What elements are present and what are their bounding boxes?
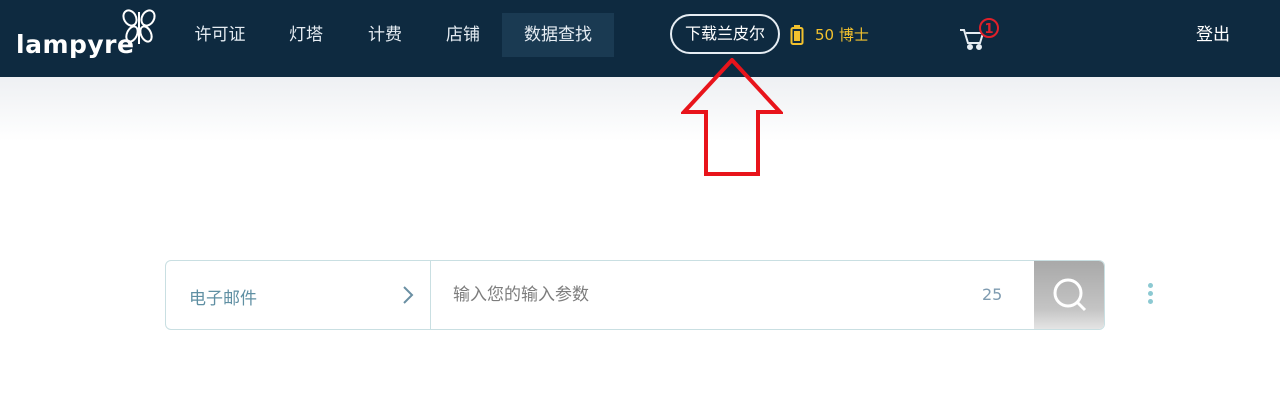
credits-label: 50 博士	[815, 26, 869, 44]
cart-icon: 1	[960, 18, 999, 50]
brand-logo[interactable]: lampyre	[14, 8, 164, 70]
search-input[interactable]	[431, 261, 1021, 329]
firefly-logo-icon	[122, 9, 156, 44]
cart-badge: 1	[984, 22, 993, 37]
search-button[interactable]	[1034, 261, 1104, 329]
data-search-bar: 电子邮件 25	[165, 260, 1105, 330]
nav-item-store[interactable]: 店铺	[431, 13, 495, 57]
cart-button[interactable]: 1	[958, 18, 1008, 52]
brand-name: lampyre	[16, 30, 135, 59]
logout-link[interactable]: 登出	[1196, 22, 1230, 48]
search-icon	[1053, 278, 1087, 312]
search-type-select[interactable]: 电子邮件	[166, 261, 431, 329]
battery-icon	[790, 25, 804, 45]
red-up-arrow-icon	[681, 58, 783, 176]
search-type-label: 电子邮件	[189, 289, 257, 309]
search-counter: 25	[982, 285, 1003, 304]
nav-item-lighthouse[interactable]: 灯塔	[274, 13, 338, 57]
nav-item-billing[interactable]: 计费	[353, 13, 417, 57]
nav-item-data-search[interactable]: 数据查找	[502, 13, 614, 57]
top-navbar: lampyre 许可证 灯塔 计费 店铺 数据查找 下载兰皮尔 50 博士 1 …	[0, 0, 1280, 77]
chevron-right-icon	[403, 286, 414, 304]
kebab-menu-icon[interactable]	[1140, 280, 1160, 310]
header-shadow	[0, 77, 1280, 141]
nav-item-license[interactable]: 许可证	[182, 13, 258, 57]
download-lampyre-button[interactable]: 下载兰皮尔	[670, 14, 780, 54]
